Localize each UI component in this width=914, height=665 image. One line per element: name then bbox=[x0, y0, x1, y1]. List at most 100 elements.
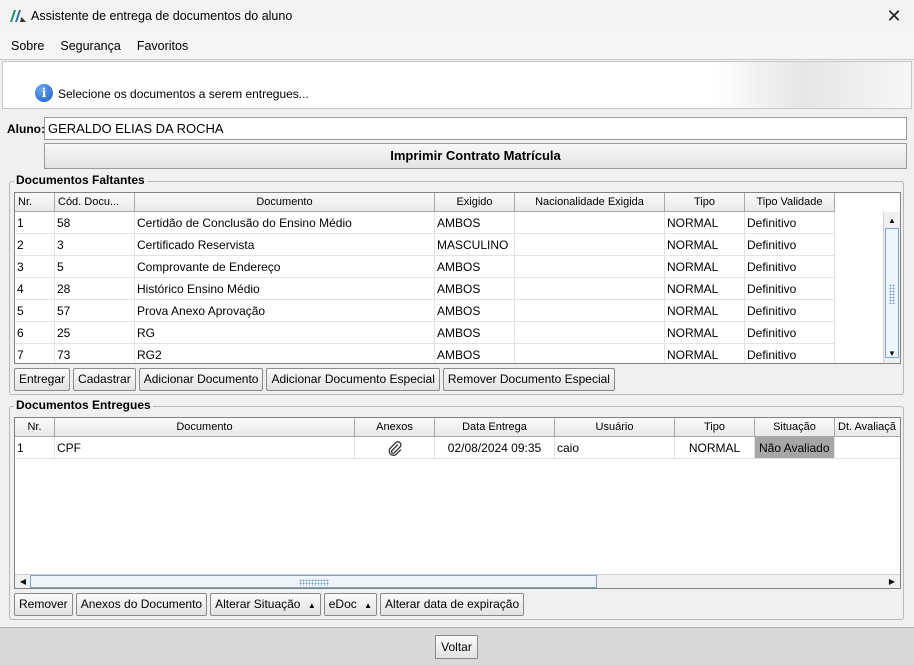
aluno-field[interactable]: GERALDO ELIAS DA ROCHA bbox=[44, 117, 907, 140]
menu-favoritos[interactable]: Favoritos bbox=[137, 39, 188, 53]
cell-cod-documento: 57 bbox=[55, 300, 135, 322]
col-tipo-validade[interactable]: Tipo Validade bbox=[745, 193, 835, 212]
missing-documents-table: Nr. Cód. Docu... Documento Exigido Nacio… bbox=[14, 192, 901, 364]
cell-cod-documento: 73 bbox=[55, 344, 135, 363]
add-document-button[interactable]: Adicionar Documento bbox=[138, 368, 264, 391]
col-dt-avaliacao[interactable]: Dt. Avaliaçã bbox=[835, 418, 900, 437]
table-header: Nr. Documento Anexos Data Entrega Usuári… bbox=[15, 418, 900, 437]
menu-bar: Sobre Segurança Favoritos bbox=[0, 32, 914, 60]
col-exigido[interactable]: Exigido bbox=[435, 193, 515, 212]
table-row[interactable]: 1 CPF 02/08/2024 09:35 caio NORMAL Não A… bbox=[15, 437, 900, 459]
status-badge: Não Avaliado bbox=[755, 437, 835, 459]
cell-nacionalidade bbox=[515, 322, 665, 344]
cell-usuario: caio bbox=[555, 437, 675, 459]
instruction-banner: i Selecione os documentos a serem entreg… bbox=[2, 61, 912, 109]
missing-documents-body: 1 58 Certidão de Conclusão do Ensino Médio… bbox=[15, 212, 883, 363]
paperclip-icon[interactable] bbox=[387, 441, 403, 457]
cell-tipo: NORMAL bbox=[665, 300, 745, 322]
cell-documento: RG2 bbox=[135, 344, 435, 363]
menu-sobre[interactable]: Sobre bbox=[11, 39, 44, 53]
cell-anexos[interactable] bbox=[355, 437, 435, 459]
col-cod-documento[interactable]: Cód. Docu... bbox=[55, 193, 135, 212]
add-special-document-button[interactable]: Adicionar Documento Especial bbox=[266, 368, 440, 391]
change-expiration-date-button[interactable]: Alterar data de expiração bbox=[380, 593, 525, 616]
col-documento[interactable]: Documento bbox=[55, 418, 355, 437]
scroll-down-icon[interactable]: ▼ bbox=[884, 347, 900, 361]
remove-special-document-button[interactable]: Remover Documento Especial bbox=[442, 368, 615, 391]
col-tipo[interactable]: Tipo bbox=[675, 418, 755, 437]
cell-nacionalidade bbox=[515, 234, 665, 256]
delivered-documents-hscrollbar[interactable]: ◀ ▶ bbox=[15, 574, 900, 588]
print-contract-button[interactable]: Imprimir Contrato Matrícula bbox=[44, 143, 907, 169]
table-row[interactable]: 7 73 RG2 AMBOS NORMAL Definitivo bbox=[15, 344, 883, 363]
cell-exigido: AMBOS bbox=[435, 256, 515, 278]
instruction-text: Selecione os documentos a serem entregue… bbox=[58, 87, 309, 101]
cell-cod-documento: 5 bbox=[55, 256, 135, 278]
close-icon[interactable]: ✕ bbox=[882, 4, 906, 28]
col-situacao[interactable]: Situação bbox=[755, 418, 835, 437]
col-documento[interactable]: Documento bbox=[135, 193, 435, 212]
scroll-thumb[interactable] bbox=[30, 575, 597, 588]
table-row[interactable]: 5 57 Prova Anexo Aprovação AMBOS NORMAL Defin… bbox=[15, 300, 883, 322]
cell-data-entrega: 02/08/2024 09:35 bbox=[435, 437, 555, 459]
delivered-documents-table: Nr. Documento Anexos Data Entrega Usuári… bbox=[14, 417, 901, 589]
delivered-documents-body: 1 CPF 02/08/2024 09:35 caio NORMAL Não A… bbox=[15, 437, 900, 459]
scroll-left-icon[interactable]: ◀ bbox=[16, 575, 30, 588]
cell-exigido: AMBOS bbox=[435, 300, 515, 322]
table-row[interactable]: 6 25 RG AMBOS NORMAL Definitivo bbox=[15, 322, 883, 344]
missing-documents-group: Documentos Faltantes Nr. Cód. Docu... Do… bbox=[9, 173, 904, 395]
cell-tipo: NORMAL bbox=[675, 437, 755, 459]
col-usuario[interactable]: Usuário bbox=[555, 418, 675, 437]
cell-tipo-validade: Definitivo bbox=[745, 300, 835, 322]
cell-documento: RG bbox=[135, 322, 435, 344]
scroll-thumb[interactable] bbox=[885, 228, 899, 358]
cell-nr: 3 bbox=[15, 256, 55, 278]
cell-exigido: AMBOS bbox=[435, 212, 515, 234]
delivered-documents-group: Documentos Entregues Nr. Documento Anexo… bbox=[9, 398, 904, 620]
cell-nr: 6 bbox=[15, 322, 55, 344]
col-data-entrega[interactable]: Data Entrega bbox=[435, 418, 555, 437]
col-nacionalidade-exigida[interactable]: Nacionalidade Exigida bbox=[515, 193, 665, 212]
col-nr[interactable]: Nr. bbox=[15, 418, 55, 437]
alterar-situacao-button[interactable]: Alterar Situação ▲ bbox=[210, 593, 321, 616]
cell-nr: 7 bbox=[15, 344, 55, 363]
delivered-documents-actions: Remover Anexos do Documento Alterar Situ… bbox=[14, 593, 527, 616]
cell-documento: Certidão de Conclusão do Ensino Médio bbox=[135, 212, 435, 234]
cell-documento: Histórico Ensino Médio bbox=[135, 278, 435, 300]
cell-dt-avaliacao bbox=[835, 437, 900, 459]
alterar-situacao-label: Alterar Situação bbox=[215, 597, 301, 611]
document-attachments-button[interactable]: Anexos do Documento bbox=[75, 593, 208, 616]
missing-documents-scrollbar[interactable]: ▲ ▼ bbox=[883, 212, 900, 363]
scroll-up-icon[interactable]: ▲ bbox=[884, 214, 900, 228]
cell-tipo: NORMAL bbox=[665, 234, 745, 256]
remover-button[interactable]: Remover bbox=[14, 593, 73, 616]
cadastrar-button[interactable]: Cadastrar bbox=[73, 368, 136, 391]
cell-nacionalidade bbox=[515, 212, 665, 234]
cell-nr: 5 bbox=[15, 300, 55, 322]
cell-nacionalidade bbox=[515, 278, 665, 300]
scroll-right-icon[interactable]: ▶ bbox=[885, 575, 899, 588]
table-row[interactable]: 1 58 Certidão de Conclusão do Ensino Médio… bbox=[15, 212, 883, 234]
cell-exigido: AMBOS bbox=[435, 344, 515, 363]
table-row[interactable]: 2 3 Certificado Reservista MASCULINO NORMAL D… bbox=[15, 234, 883, 256]
cell-tipo-validade: Definitivo bbox=[745, 234, 835, 256]
cell-tipo-validade: Definitivo bbox=[745, 344, 835, 363]
table-row[interactable]: 3 5 Comprovante de Endereço AMBOS NORMAL Defi… bbox=[15, 256, 883, 278]
chevron-up-icon: ▲ bbox=[307, 601, 316, 610]
cell-nr: 4 bbox=[15, 278, 55, 300]
chevron-up-icon: ▲ bbox=[364, 601, 373, 610]
table-header: Nr. Cód. Docu... Documento Exigido Nacio… bbox=[15, 193, 900, 212]
col-nr[interactable]: Nr. bbox=[15, 193, 55, 212]
cell-exigido: MASCULINO bbox=[435, 234, 515, 256]
menu-seguranca[interactable]: Segurança bbox=[60, 39, 120, 53]
col-anexos[interactable]: Anexos bbox=[355, 418, 435, 437]
col-tipo[interactable]: Tipo bbox=[665, 193, 745, 212]
table-row[interactable]: 4 28 Histórico Ensino Médio AMBOS NORMAL Defi… bbox=[15, 278, 883, 300]
cell-nr: 1 bbox=[15, 212, 55, 234]
edoc-button[interactable]: eDoc ▲ bbox=[323, 593, 378, 616]
entregar-button[interactable]: Entregar bbox=[14, 368, 71, 391]
voltar-button[interactable]: Voltar bbox=[435, 635, 478, 659]
cell-tipo: NORMAL bbox=[665, 322, 745, 344]
cell-cod-documento: 58 bbox=[55, 212, 135, 234]
missing-documents-actions: Entregar Cadastrar Adicionar Documento A… bbox=[14, 368, 618, 391]
